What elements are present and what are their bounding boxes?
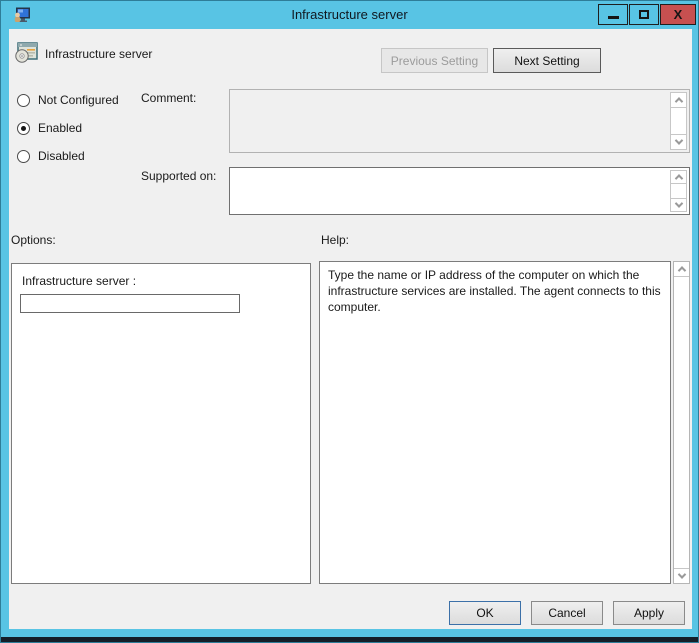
policy-setting-icon [15,42,39,64]
radio-circle-enabled[interactable] [17,122,30,135]
supported-scroll-up-button[interactable] [671,171,686,184]
titlebar[interactable]: Infrastructure server X [1,1,698,29]
radio-label-not-configured: Not Configured [38,93,119,107]
radio-disabled[interactable]: Disabled [17,148,85,164]
help-section-label: Help: [321,233,349,247]
cancel-button[interactable]: Cancel [531,601,603,625]
comment-scroll-track[interactable] [671,108,686,134]
options-panel: Infrastructure server : [11,263,311,584]
radio-label-disabled: Disabled [38,149,85,163]
window-bottom-edge [1,637,698,642]
comment-scroll-down-button[interactable] [671,134,686,149]
scroll-down-icon [677,570,685,578]
scroll-up-icon [674,97,682,105]
help-scroll-up-button[interactable] [674,262,689,277]
maximize-icon [639,10,649,19]
help-scroll-down-button[interactable] [674,568,689,583]
comment-label: Comment: [141,91,196,105]
cancel-label: Cancel [548,606,585,620]
options-section-label: Options: [11,233,56,247]
ok-label: OK [476,606,493,620]
help-scroll-track[interactable] [674,277,689,568]
minimize-icon [608,16,619,19]
previous-setting-label: Previous Setting [391,54,478,68]
scroll-up-icon [674,174,682,182]
radio-circle-disabled[interactable] [17,150,30,163]
supported-scroll-track[interactable] [671,184,686,198]
supported-scroll-down-button[interactable] [671,198,686,211]
supported-on-scrollbar[interactable] [670,170,687,212]
infrastructure-server-field-label: Infrastructure server : [22,274,136,288]
next-setting-button[interactable]: Next Setting [493,48,601,73]
help-scrollbar[interactable] [673,261,690,584]
policy-setting-dialog: Infrastructure server X Infrastructure s… [0,0,699,643]
radio-enabled[interactable]: Enabled [17,120,82,136]
radio-not-configured[interactable]: Not Configured [17,92,119,108]
help-text: Type the name or IP address of the compu… [328,268,661,314]
next-setting-label: Next Setting [514,54,579,68]
ok-button[interactable]: OK [449,601,521,625]
help-panel: Type the name or IP address of the compu… [319,261,671,584]
radio-label-enabled: Enabled [38,121,82,135]
comment-scrollbar[interactable] [670,92,687,150]
minimize-button[interactable] [598,4,628,25]
scroll-up-icon [677,266,685,274]
scroll-down-icon [674,136,682,144]
supported-on-textarea [229,167,690,215]
close-icon: X [674,7,683,22]
radio-circle-not-configured[interactable] [17,94,30,107]
comment-textarea [229,89,690,153]
comment-scroll-up-button[interactable] [671,93,686,108]
apply-label: Apply [634,606,664,620]
apply-button[interactable]: Apply [613,601,685,625]
close-button[interactable]: X [660,4,696,25]
previous-setting-button[interactable]: Previous Setting [381,48,488,73]
policy-name: Infrastructure server [45,47,152,61]
maximize-button[interactable] [629,4,659,25]
dialog-body: Infrastructure server Previous Setting N… [9,29,692,629]
infrastructure-server-input[interactable] [20,294,240,313]
scroll-down-icon [674,199,682,207]
supported-on-label: Supported on: [141,169,216,183]
window-title: Infrastructure server [1,7,698,22]
